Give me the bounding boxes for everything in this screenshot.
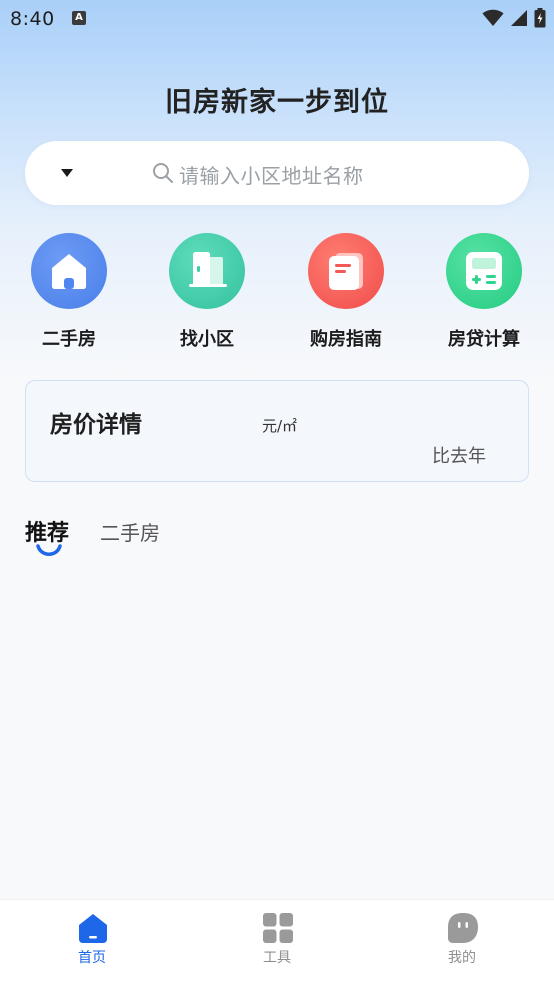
notification-a-icon: A	[72, 11, 86, 25]
quick-circle	[446, 233, 522, 309]
city-dropdown[interactable]	[59, 165, 75, 181]
price-card-title: 房价详情	[50, 412, 142, 438]
search-input[interactable]: 请输入小区地址名称	[179, 160, 364, 189]
status-icons	[482, 7, 546, 29]
quick-action-mortgage-calculator[interactable]: 房贷计算	[429, 233, 539, 353]
price-compare-label: 比去年	[432, 446, 486, 467]
calculator-icon	[466, 252, 502, 290]
price-detail-card[interactable]: 房价详情 元/㎡ 比去年	[25, 380, 529, 482]
home-icon	[79, 914, 107, 943]
nav-home[interactable]: 首页	[0, 900, 184, 984]
quick-label: 房贷计算	[448, 329, 520, 350]
quick-action-find-community[interactable]: 找小区	[152, 233, 262, 353]
search-icon	[153, 163, 173, 183]
quick-label: 二手房	[42, 329, 96, 350]
nav-profile[interactable]: 我的	[370, 900, 554, 984]
house-icon	[52, 254, 86, 289]
nav-tools-label: 工具	[263, 950, 291, 966]
quick-circle	[169, 233, 245, 309]
tab-active-indicator	[36, 544, 62, 556]
nav-profile-label: 我的	[448, 950, 476, 966]
nav-home-label: 首页	[78, 950, 106, 966]
quick-label: 购房指南	[310, 329, 382, 350]
bottom-navigation: 首页 工具 我的	[0, 900, 554, 984]
book-icon	[329, 253, 363, 290]
status-bar: 8:40 A	[0, 0, 554, 38]
battery-icon	[534, 8, 546, 28]
page-headline: 旧房新家一步到位	[165, 87, 389, 118]
quick-action-second-hand[interactable]: 二手房	[14, 233, 124, 353]
quick-circle	[31, 233, 107, 309]
building-door-icon	[189, 252, 227, 287]
tab-second-hand[interactable]: 二手房	[100, 517, 160, 546]
wifi-icon	[482, 9, 504, 26]
nav-tools[interactable]: 工具	[185, 900, 369, 984]
signal-icon	[511, 10, 527, 26]
quick-circle	[308, 233, 384, 309]
grid-icon	[263, 913, 293, 943]
status-time: 8:40	[10, 8, 55, 30]
quick-label: 找小区	[180, 329, 234, 350]
profile-face-icon	[448, 913, 478, 943]
caret-down-icon	[61, 169, 73, 177]
quick-action-buying-guide[interactable]: 购房指南	[291, 233, 401, 353]
price-unit: 元/㎡	[262, 417, 298, 435]
